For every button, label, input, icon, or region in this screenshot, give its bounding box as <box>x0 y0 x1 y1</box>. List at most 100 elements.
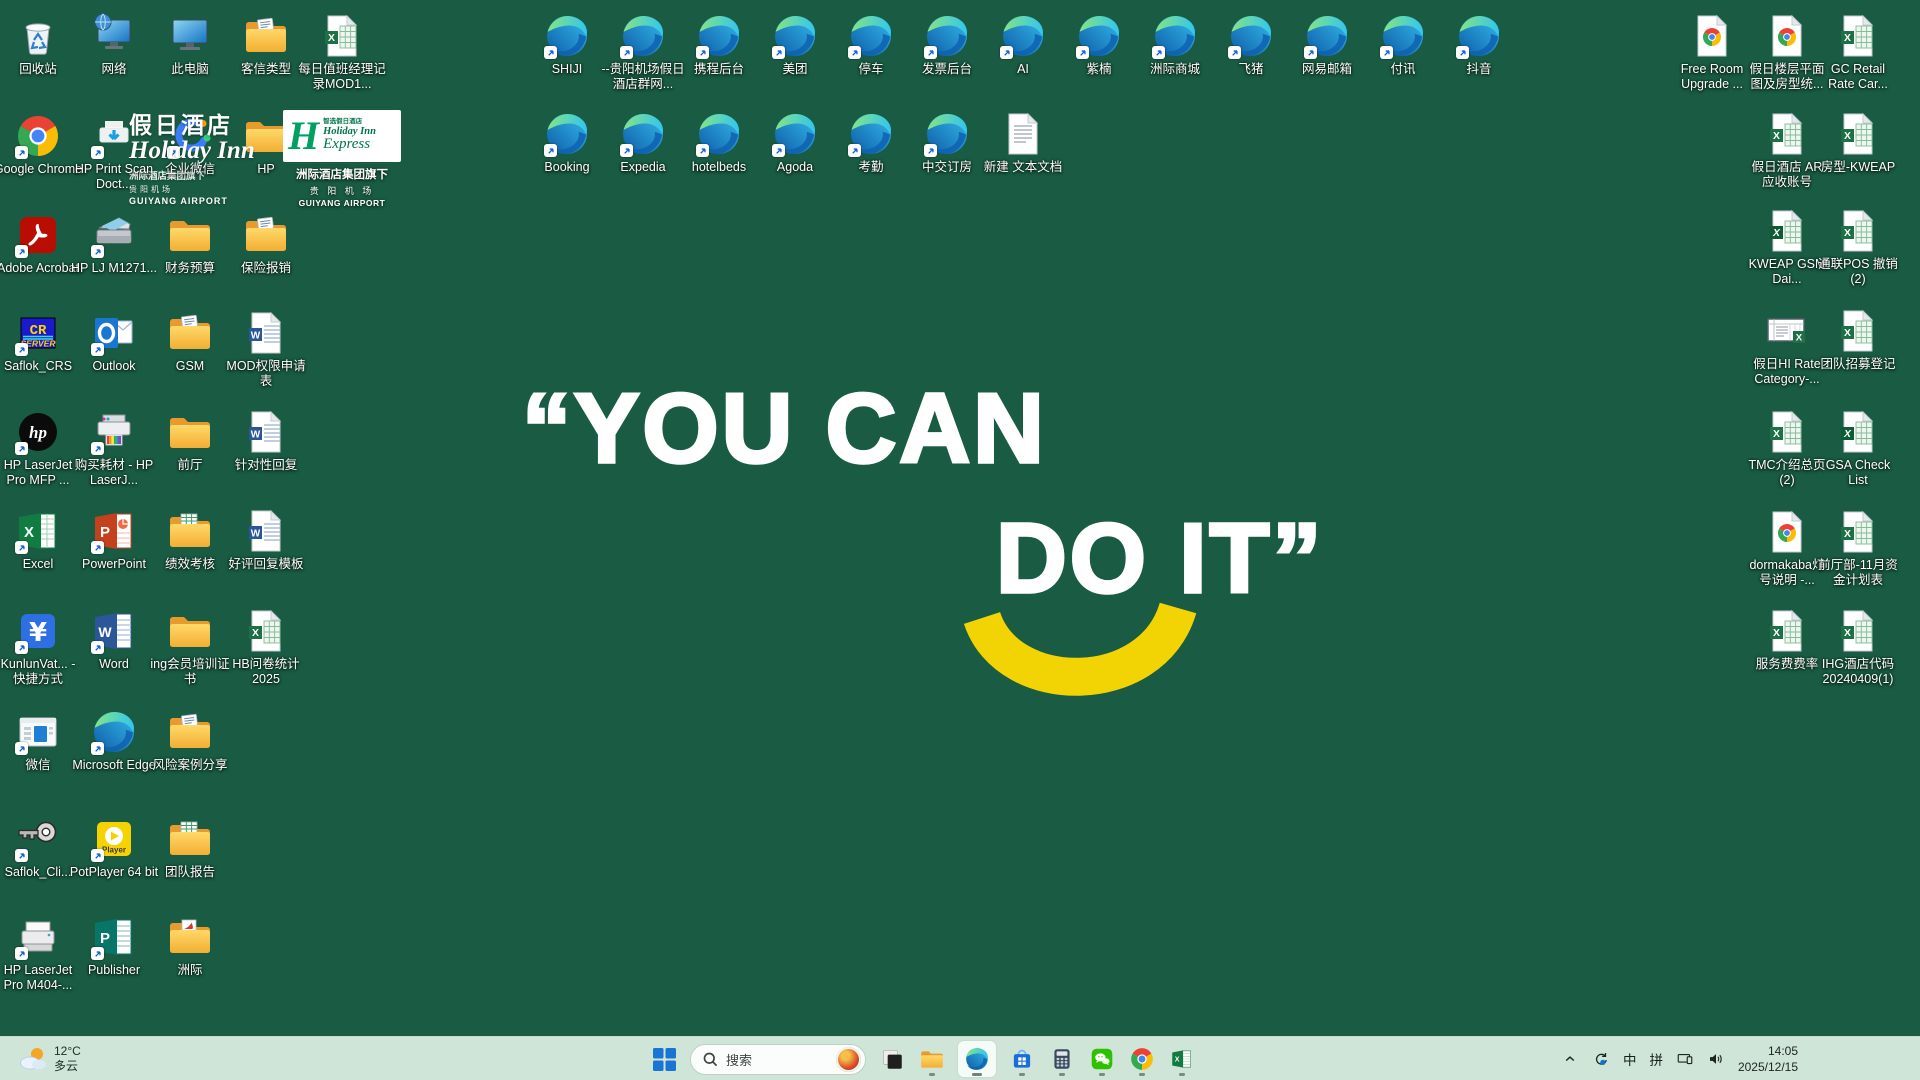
desktop-icon-label: GSM <box>175 359 205 373</box>
search-icon <box>703 1052 718 1066</box>
publisher-icon: P <box>90 913 138 961</box>
tray-chevron-up-icon[interactable] <box>1561 1050 1579 1068</box>
edge-icon <box>847 12 895 60</box>
desktop-icon-label: AI <box>1017 62 1029 76</box>
weather-widget[interactable]: 12°C 多云 <box>10 1037 89 1080</box>
shortcut-arrow-icon <box>848 46 861 59</box>
taskbar-app-wechat[interactable] <box>1088 1041 1116 1077</box>
hie-h-mark: H <box>288 113 320 158</box>
desktop-icon[interactable]: 团队报告 <box>145 815 235 880</box>
folder-icon <box>166 408 214 456</box>
taskbar-app-calculator[interactable] <box>1048 1041 1076 1077</box>
start-button[interactable] <box>650 1041 678 1077</box>
edge-icon <box>999 12 1047 60</box>
folder-table-icon <box>166 815 214 863</box>
taskbar-clock[interactable]: 14:05 2025/12/15 <box>1738 1043 1798 1075</box>
wallpaper-quote-line2: DO IT” <box>994 501 1325 615</box>
edge-icon <box>771 12 819 60</box>
desktop-icon[interactable]: X 每日值班经理记录MOD1... <box>297 12 387 93</box>
desktop-icon-holiday-inn-express[interactable]: H 智选假日酒店 Holiday Inn Express 洲际酒店集团旗下 贵 … <box>281 110 403 208</box>
excel-file-icon: X <box>1834 307 1882 355</box>
tray-cast-icon[interactable] <box>1676 1050 1694 1068</box>
shortcut-arrow-icon <box>15 742 28 755</box>
edge-icon <box>695 110 743 158</box>
svg-text:W: W <box>251 529 261 540</box>
svg-text:X: X <box>1772 228 1781 239</box>
desktop-icon[interactable]: W MOD权限申请表 <box>221 309 311 390</box>
desktop-icon-label: Word <box>99 657 129 671</box>
desktop-icon-label: HP Print Scan Doct... <box>74 162 154 192</box>
desktop-icon[interactable]: Free Room Upgrade ... <box>1670 12 1754 93</box>
taskbar-app-excel[interactable]: X <box>1168 1041 1196 1077</box>
desktop-icon-label: 洲际商城 <box>1149 62 1200 76</box>
taskbar-app-microsoft-edge[interactable] <box>958 1041 996 1077</box>
desktop-icon-label: 美团 <box>782 62 808 76</box>
shortcut-arrow-icon <box>924 46 937 59</box>
running-indicator <box>1099 1073 1105 1076</box>
taskbar-app-file-explorer[interactable] <box>918 1041 946 1077</box>
shortcut-arrow-icon <box>15 541 28 554</box>
desktop-icon[interactable]: X 团队招募登记 <box>1816 307 1900 372</box>
desktop-icon[interactable]: 保险报销 <box>221 211 311 276</box>
shortcut-arrow-icon <box>924 144 937 157</box>
desktop-icon[interactable]: X HB问卷统计2025 <box>221 607 311 688</box>
key-icon <box>14 815 62 863</box>
shortcut-arrow-icon <box>91 849 104 862</box>
excel-file-icon: X <box>318 12 366 60</box>
svg-text:W: W <box>98 624 112 640</box>
word-file-icon: W <box>242 408 290 456</box>
desktop-icon-label: Outlook <box>92 359 136 373</box>
chrome-file-icon <box>1763 508 1811 556</box>
desktop-icon[interactable]: 风险案例分享 <box>145 708 235 773</box>
clock-date: 2025/12/15 <box>1737 1060 1798 1074</box>
tray-sync-icon[interactable] <box>1592 1050 1610 1068</box>
desktop-icon[interactable]: 洲际 <box>145 913 235 978</box>
svg-text:P: P <box>100 930 110 947</box>
desktop-icon-label: 购买耗材 - HP LaserJ... <box>74 458 154 488</box>
desktop-icon-label: Saflok_CRS <box>3 359 73 373</box>
potplayer-icon: Player <box>90 815 138 863</box>
desktop-icon[interactable]: X GSA Check List <box>1816 408 1900 489</box>
desktop-icon[interactable]: X IHG酒店代码20240409(1) <box>1816 607 1900 688</box>
desktop-icon-label: 此电脑 <box>171 62 209 76</box>
desktop-icon-label: Free Room Upgrade ... <box>1680 62 1744 92</box>
search-input[interactable]: 搜索 <box>690 1043 866 1075</box>
taskbar-app-microsoft-store[interactable] <box>1008 1041 1036 1077</box>
shortcut-arrow-icon <box>167 146 180 159</box>
desktop-icon-label: Microsoft Edge <box>72 758 156 772</box>
running-indicator <box>1179 1073 1185 1076</box>
taskbar-app-google-chrome[interactable] <box>1128 1041 1156 1077</box>
wechat-win-icon <box>14 708 62 756</box>
desktop-icon[interactable]: 新建 文本文档 <box>978 110 1068 175</box>
desktop-icon[interactable]: 抖音 <box>1434 12 1524 77</box>
svg-text:W: W <box>251 331 261 342</box>
search-highlight-image <box>836 1046 861 1072</box>
tray-volume-icon[interactable] <box>1707 1050 1725 1068</box>
desktop-icon-label: Booking <box>544 160 590 174</box>
desktop-icon-label: HP <box>257 162 275 176</box>
desktop-icon-label: 洲际 <box>177 963 203 977</box>
svg-text:X: X <box>1844 529 1851 540</box>
desktop-icon[interactable]: W 好评回复模板 <box>221 507 311 572</box>
wallpaper-quote-line1: “YOU CAN <box>520 371 1047 485</box>
desktop-icon[interactable]: W 针对性回复 <box>221 408 311 473</box>
search-placeholder: 搜索 <box>726 1052 753 1068</box>
desktop-icon-label: Saflok_Cli... <box>4 865 72 879</box>
desktop-icon-label: 团队报告 <box>164 865 215 879</box>
taskbar-app-task-view[interactable] <box>878 1041 906 1077</box>
desktop-icon[interactable]: X 通联POS 撤销(2) <box>1816 207 1900 288</box>
ime-mode-indicator[interactable]: 拼 <box>1649 1049 1663 1069</box>
taskbar-app-row: X <box>878 1041 1196 1077</box>
shortcut-arrow-icon <box>15 146 28 159</box>
shortcut-arrow-icon <box>1304 46 1317 59</box>
desktop-icon[interactable]: X 房型-KWEAP <box>1816 110 1900 175</box>
shortcut-arrow-icon <box>15 343 28 356</box>
desktop-icon-label: 停车 <box>858 62 884 76</box>
shortcut-arrow-icon <box>696 144 709 157</box>
desktop-icon[interactable]: X GC Retail Rate Car... <box>1816 12 1900 93</box>
outlook-icon <box>90 309 138 357</box>
sheet-thumb-icon: X <box>1763 307 1811 355</box>
adobe-icon <box>14 211 62 259</box>
ime-language-indicator[interactable]: 中 <box>1623 1049 1637 1069</box>
desktop-icon[interactable]: X 前厅部-11月资金计划表 <box>1816 508 1900 589</box>
